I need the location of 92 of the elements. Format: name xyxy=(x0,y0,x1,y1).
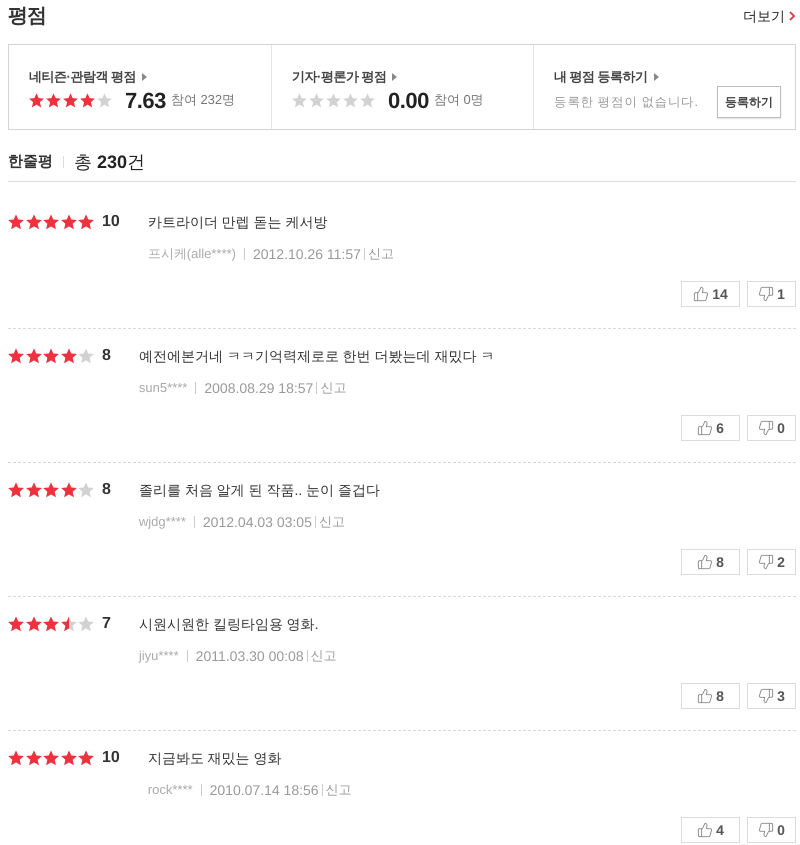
star-icon xyxy=(60,616,76,632)
star-icon xyxy=(8,616,24,632)
star-icon xyxy=(78,482,94,498)
star-icon xyxy=(309,92,324,108)
star-icon xyxy=(60,348,76,364)
reviews-title: 한줄평 xyxy=(8,152,53,172)
star-icon xyxy=(292,92,307,108)
star-icon xyxy=(8,214,24,230)
thumbs-down-icon xyxy=(758,420,774,436)
star-icon xyxy=(60,214,76,230)
no-rating-message: 등록한 평점이 없습니다. xyxy=(554,94,698,111)
review-author: rock**** xyxy=(148,781,193,800)
star-icon xyxy=(78,750,94,766)
rating-category-label: 기자·평론가 평점 xyxy=(292,68,386,86)
like-button[interactable]: 8 xyxy=(681,549,740,575)
more-link[interactable]: 더보기 xyxy=(743,6,795,26)
like-button[interactable]: 4 xyxy=(681,817,740,843)
review-author: 프시케(alle****) xyxy=(148,245,236,264)
dislike-button[interactable]: 3 xyxy=(747,683,796,709)
star-icon xyxy=(60,482,76,498)
review-score: 8 xyxy=(102,346,111,366)
review-date: 2008.08.29 18:57 xyxy=(204,378,314,398)
review-date: 2012.04.03 03:05 xyxy=(202,512,312,532)
review-score: 8 xyxy=(102,480,111,500)
caret-icon xyxy=(392,73,398,81)
thumbs-down-icon xyxy=(758,822,774,838)
star-icon xyxy=(63,92,78,108)
star-icon xyxy=(80,92,95,108)
thumbs-up-icon xyxy=(697,688,714,704)
review-score: 10 xyxy=(102,748,120,768)
my-rating-label: 내 평점 등록하기 xyxy=(554,68,648,86)
star-icon xyxy=(26,214,42,230)
star-icon xyxy=(43,750,59,766)
star-icon xyxy=(26,750,42,766)
review-score: 7 xyxy=(102,614,111,634)
register-rating-button[interactable]: 등록하기 xyxy=(717,86,781,118)
star-icon xyxy=(29,92,44,108)
thumbs-down-icon xyxy=(758,688,774,704)
dislike-button[interactable]: 2 xyxy=(747,549,796,575)
review-total: 총 230건 xyxy=(74,150,146,174)
review-author: wjdg**** xyxy=(138,513,186,532)
caret-icon xyxy=(654,73,659,81)
star-icon xyxy=(43,214,59,230)
review-author: sun5**** xyxy=(138,379,188,398)
review-score: 10 xyxy=(102,212,120,232)
thumbs-up-icon xyxy=(697,420,714,436)
participant-count: 참여 232명 xyxy=(170,91,236,110)
thumbs-up-icon xyxy=(693,286,710,302)
review-author: jiyu**** xyxy=(138,647,179,666)
star-icon xyxy=(43,348,59,364)
review-comment: 시원시원한 킬링타임용 영화. xyxy=(138,615,320,634)
star-icon xyxy=(78,616,94,632)
section-title: 평점 xyxy=(8,4,46,29)
star-icon xyxy=(343,92,358,108)
review-date: 2010.07.14 18:56 xyxy=(210,780,319,800)
participant-count: 참여 0명 xyxy=(434,91,484,110)
like-button[interactable]: 6 xyxy=(681,415,740,441)
star-icon xyxy=(360,92,375,108)
review-comment: 졸리를 처음 알게 된 작품.. 눈이 즐겁다 xyxy=(138,481,380,500)
review-comment: 예전에본거네 ㅋㅋ기억력제로로 한번 더봤는데 재밌다 ㅋ xyxy=(138,347,494,366)
caret-icon xyxy=(142,73,147,81)
star-icon xyxy=(60,750,76,766)
review-comment: 카트라이더 만렙 돋는 케서방 xyxy=(148,213,328,232)
star-icon xyxy=(78,214,94,230)
thumbs-down-icon xyxy=(758,286,774,302)
average-score: 0.00 xyxy=(388,86,429,114)
rating-category-label: 네티즌·관람객 평점 xyxy=(29,68,136,86)
average-score: 7.63 xyxy=(125,86,166,114)
star-icon xyxy=(97,92,112,108)
thumbs-up-icon xyxy=(697,822,714,838)
dislike-button[interactable]: 0 xyxy=(747,415,796,441)
review-date: 2011.03.30 00:08 xyxy=(196,646,304,666)
dislike-button[interactable]: 0 xyxy=(747,817,796,843)
star-icon xyxy=(43,616,59,632)
star-icon xyxy=(8,482,24,498)
star-icon xyxy=(78,348,94,364)
review-date: 2012.10.26 11:57 xyxy=(252,244,361,264)
star-icon xyxy=(26,616,42,632)
review-comment: 지금봐도 재밌는 영화 xyxy=(148,749,283,768)
star-icon xyxy=(8,348,24,364)
star-icon xyxy=(46,92,61,108)
like-button[interactable]: 14 xyxy=(681,281,740,307)
star-icon xyxy=(8,750,24,766)
like-button[interactable]: 8 xyxy=(681,683,740,709)
thumbs-down-icon xyxy=(758,554,774,570)
star-icon xyxy=(43,482,59,498)
chevron-right-icon xyxy=(789,11,795,21)
thumbs-up-icon xyxy=(697,554,714,570)
star-icon xyxy=(326,92,341,108)
star-icon xyxy=(26,348,42,364)
star-icon xyxy=(26,482,42,498)
dislike-button[interactable]: 1 xyxy=(747,281,796,307)
